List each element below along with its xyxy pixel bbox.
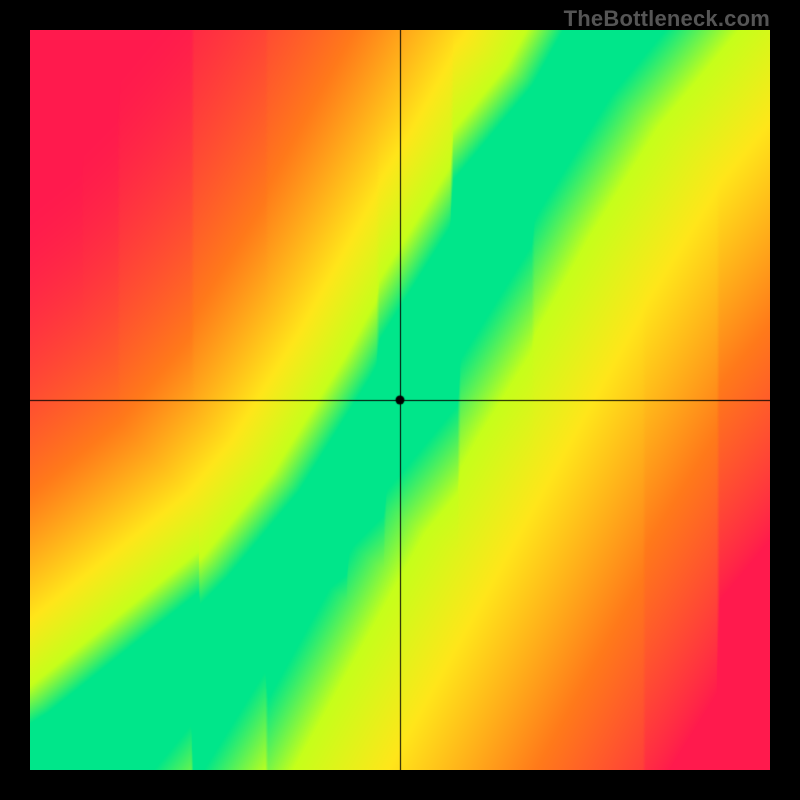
heatmap-plot <box>30 30 770 770</box>
watermark-text: TheBottleneck.com <box>564 6 770 32</box>
heatmap-canvas <box>30 30 770 770</box>
chart-frame: TheBottleneck.com <box>0 0 800 800</box>
